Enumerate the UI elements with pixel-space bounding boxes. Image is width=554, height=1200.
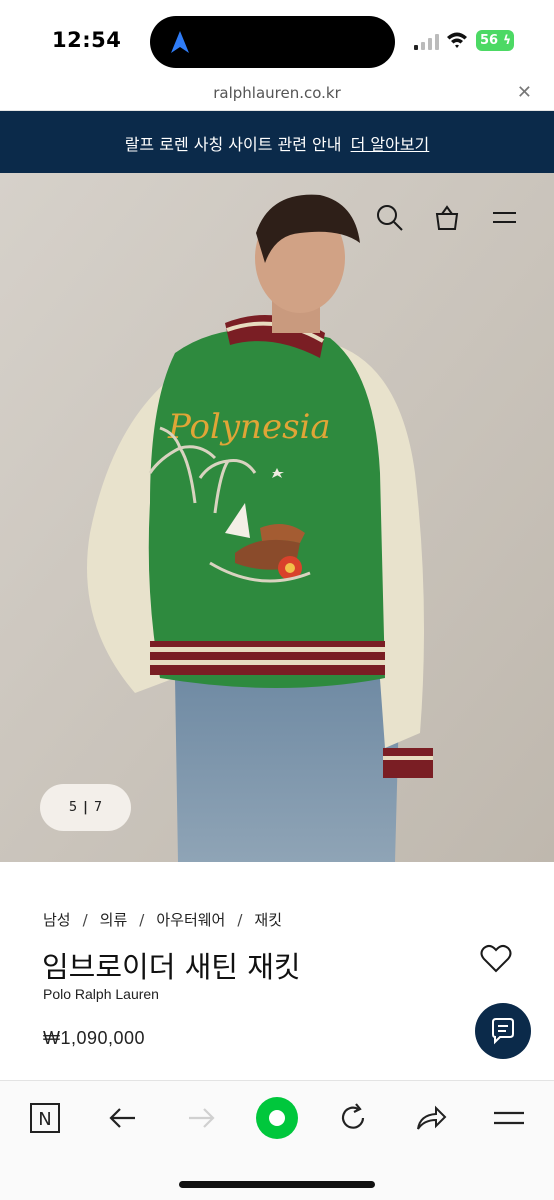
breadcrumb-item[interactable]: 의류 [100,911,128,929]
battery-icon: 56 ϟ [476,30,514,51]
product-title: 임브로이더 새틴 재킷 [42,950,301,984]
charging-bolt-icon: ϟ [503,33,511,47]
pager-divider: | [83,800,88,815]
status-bar: 12:54 56 ϟ [0,0,554,80]
search-icon[interactable] [375,203,405,233]
svg-text:N: N [38,1109,51,1130]
breadcrumb-item[interactable]: 재킷 [254,911,282,929]
banner-learn-more-link[interactable]: 더 알아보기 [351,135,430,154]
breadcrumb: 남성 / 의류 / 아우터웨어 / 재킷 [43,909,282,930]
pager-current: 5 [68,800,78,815]
home-indicator [179,1181,375,1188]
product-photo: Polynesia [0,173,554,862]
reload-icon[interactable] [336,1101,370,1135]
wifi-icon [447,32,467,48]
shopping-bag-icon[interactable] [432,203,462,233]
signal-icon [414,34,439,50]
chat-button[interactable] [475,1003,531,1059]
image-pager: 5 | 7 [40,784,131,831]
menu-icon[interactable] [492,1101,526,1135]
status-time: 12:54 [52,28,122,52]
product-price: ₩1,090,000 [43,1028,146,1048]
breadcrumb-separator: / [237,911,243,929]
embroidery-text: Polynesia [167,407,331,447]
green-home-icon[interactable] [255,1096,299,1140]
notice-banner: 랄프 로렌 사칭 사이트 관련 안내 더 알아보기 [0,111,554,173]
close-icon[interactable]: ✕ [517,82,532,103]
share-icon[interactable] [414,1101,448,1135]
product-image-carousel[interactable]: Polynesia 5 | 7 [0,173,554,862]
forward-arrow-icon [189,1108,215,1128]
menu-icon[interactable] [489,203,519,233]
url-bar[interactable]: ralphlauren.co.kr ✕ [0,80,554,111]
pager-total: 7 [93,800,103,815]
breadcrumb-separator: / [139,911,145,929]
dynamic-island [150,16,395,68]
banner-text: 랄프 로렌 사칭 사이트 관련 안내 [124,135,342,154]
battery-level: 56 [480,33,499,48]
chat-icon [492,1018,514,1045]
breadcrumb-item[interactable]: 남성 [43,911,71,929]
naver-n-icon[interactable]: N [28,1101,62,1135]
heart-icon[interactable] [480,944,512,974]
product-brand: Polo Ralph Lauren [43,986,159,1002]
breadcrumb-item[interactable]: 아우터웨어 [156,911,225,929]
breadcrumb-separator: / [82,911,88,929]
navigation-arrow-icon [171,31,189,53]
back-arrow-icon[interactable] [106,1101,140,1135]
url-text[interactable]: ralphlauren.co.kr [0,84,554,102]
